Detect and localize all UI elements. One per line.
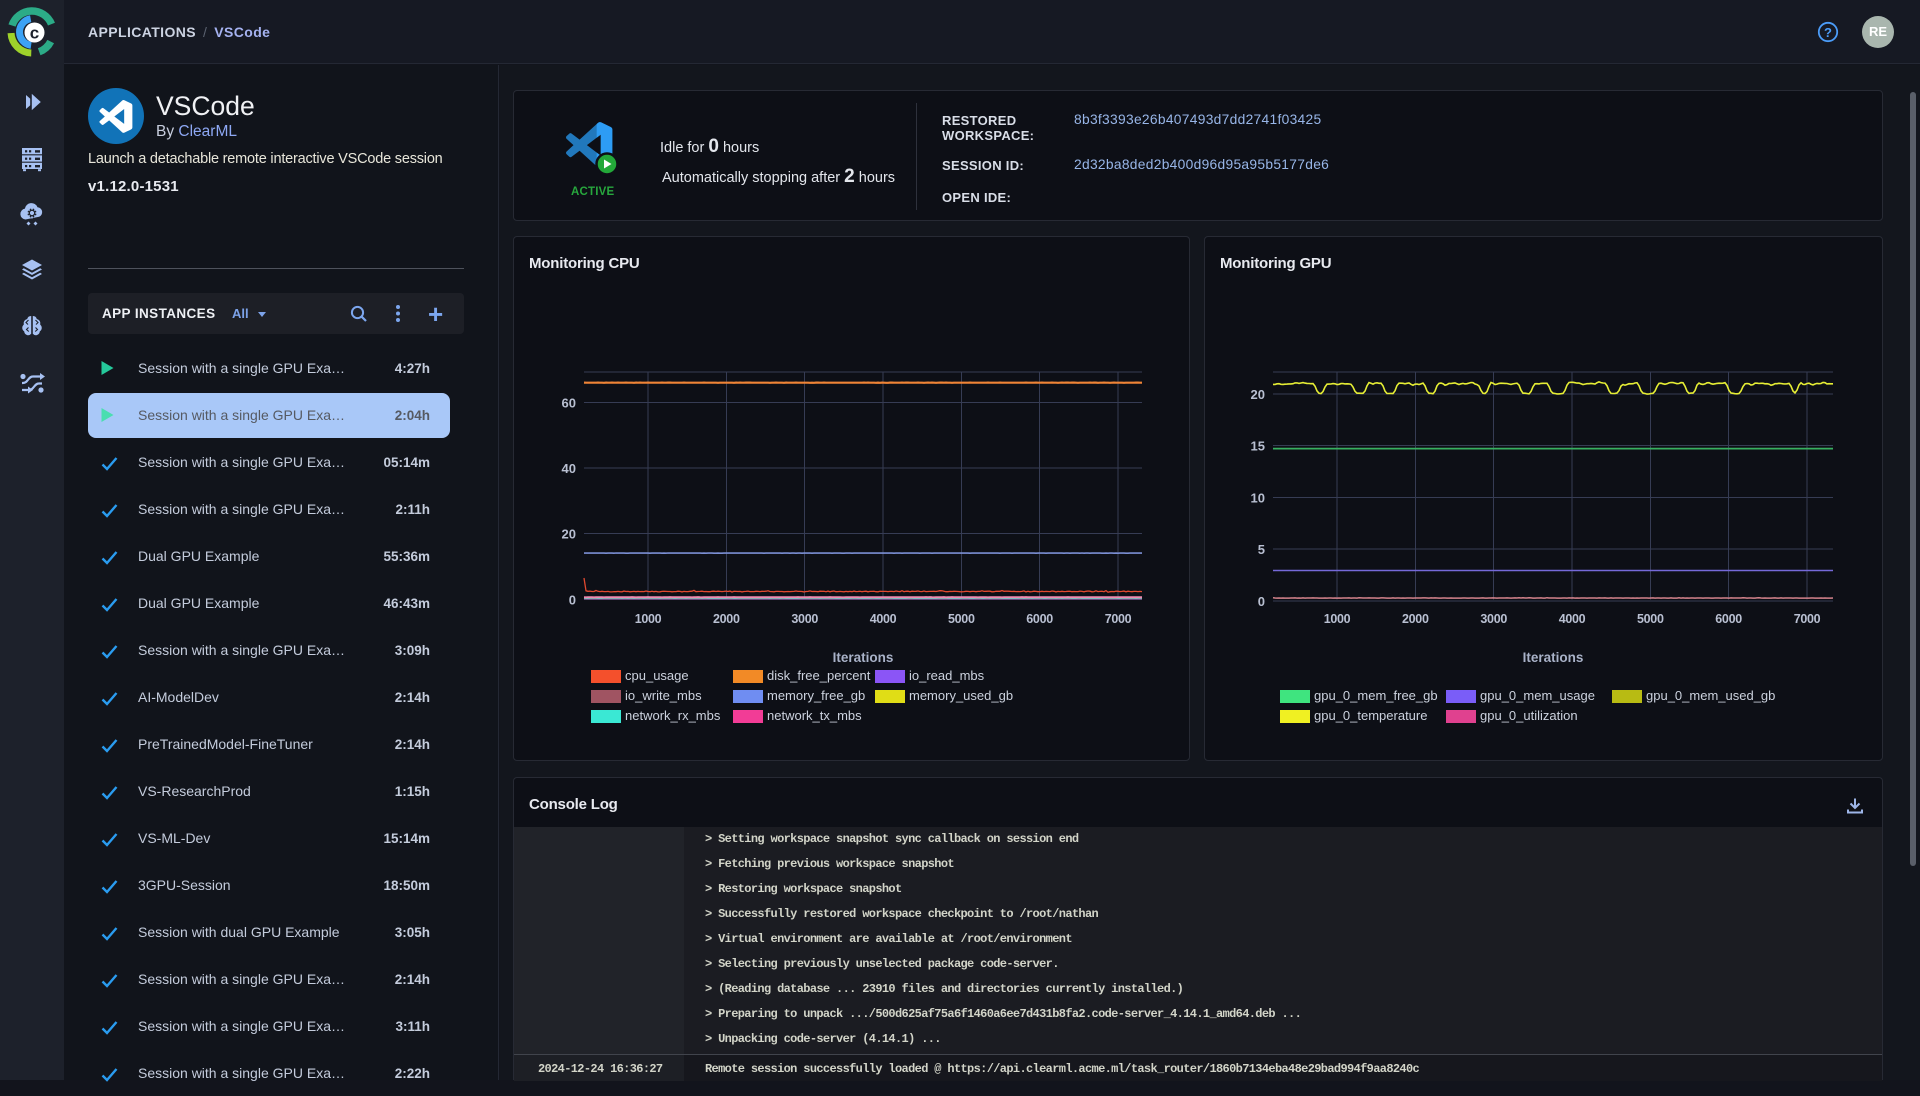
svg-text:1000: 1000 [635, 612, 662, 626]
svg-text:6000: 6000 [1026, 612, 1053, 626]
svg-text:4000: 4000 [870, 612, 897, 626]
svg-text:20: 20 [562, 527, 576, 542]
svg-text:3000: 3000 [791, 612, 818, 626]
svg-text:0: 0 [569, 593, 576, 608]
svg-text:3000: 3000 [1480, 612, 1507, 626]
svg-text:7000: 7000 [1105, 612, 1132, 626]
svg-text:5: 5 [1258, 542, 1265, 557]
svg-text:20: 20 [1251, 387, 1265, 402]
svg-text:5000: 5000 [948, 612, 975, 626]
svg-text:c: c [30, 24, 39, 43]
svg-text:5000: 5000 [1637, 612, 1664, 626]
svg-text:6000: 6000 [1715, 612, 1742, 626]
svg-text:15: 15 [1251, 439, 1265, 454]
svg-text:60: 60 [562, 396, 576, 411]
svg-text:1000: 1000 [1324, 612, 1351, 626]
svg-text:40: 40 [562, 461, 576, 476]
svg-text:?: ? [1824, 25, 1832, 40]
svg-text:0: 0 [1258, 594, 1265, 609]
svg-text:Iterations: Iterations [833, 650, 894, 665]
svg-text:7000: 7000 [1794, 612, 1821, 626]
svg-text:2000: 2000 [713, 612, 740, 626]
svg-text:2000: 2000 [1402, 612, 1429, 626]
svg-text:4000: 4000 [1559, 612, 1586, 626]
svg-text:Iterations: Iterations [1523, 650, 1584, 665]
svg-text:10: 10 [1251, 491, 1265, 506]
